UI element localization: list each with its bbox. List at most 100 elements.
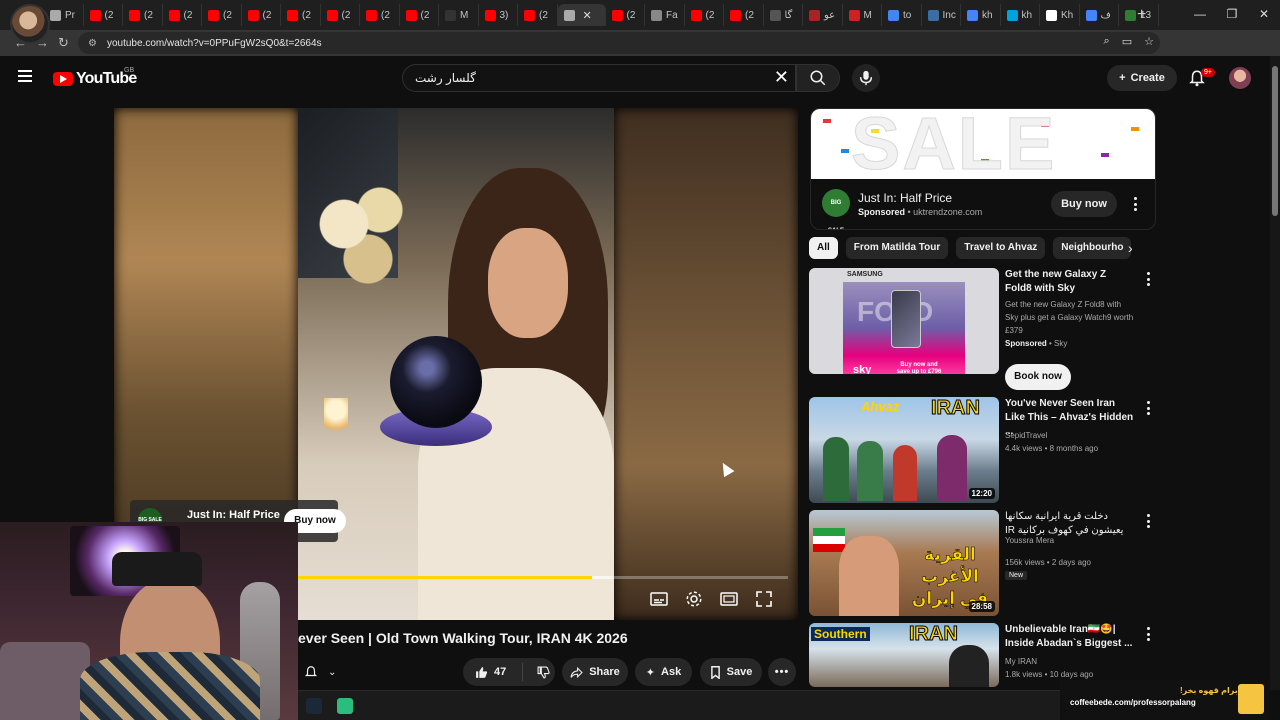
clear-search-icon[interactable]: ✕ — [774, 67, 789, 88]
chip-neighbourhood[interactable]: Neighbourho — [1053, 237, 1132, 259]
tab-list: Pr (2 (2 (2 (2 (2 (2 (2 (2 (2 M 3) (2 ✕ (2 Fa (2 (2 گا عو Mt… — [44, 4, 1159, 26]
like-button[interactable]: 47 — [475, 666, 506, 679]
browser-tab[interactable]: 3) — [479, 4, 518, 26]
more-actions-button[interactable]: ••• — [768, 658, 796, 686]
zoom-icon[interactable]: ⌕ — [1104, 35, 1110, 48]
sidebar-video-item[interactable]: Ahvaz IRAN 12:20 You've Never Seen Iran … — [809, 397, 1159, 503]
create-button[interactable]: + Create — [1107, 65, 1177, 91]
minimize-button[interactable]: — — [1184, 0, 1216, 30]
subtitles-icon[interactable] — [648, 588, 669, 609]
subscription-bell-button[interactable]: ⌄ — [298, 658, 346, 686]
ad-card-menu-icon[interactable] — [1133, 197, 1137, 211]
thumbs-up-icon — [476, 666, 488, 678]
browser-tab[interactable]: Kh — [1040, 4, 1080, 26]
browser-tab[interactable]: (2 — [400, 4, 439, 26]
rec-menu-icon[interactable] — [1146, 401, 1150, 415]
settings-gear-icon[interactable] — [683, 588, 704, 609]
browser-tab[interactable]: (2 — [242, 4, 281, 26]
browser-tab[interactable]: (2 — [281, 4, 321, 26]
progress-bar[interactable] — [298, 576, 788, 579]
thumb-person — [949, 645, 989, 687]
app-green-icon[interactable] — [337, 698, 353, 714]
rec-menu-icon[interactable] — [1146, 514, 1150, 528]
ad-banner-sale-text: SALE — [850, 109, 1057, 179]
share-button[interactable]: Share — [562, 658, 628, 686]
rec-channel[interactable]: Youssra Mera — [1005, 534, 1054, 547]
search-query-text: گلسار رشت — [415, 71, 476, 85]
account-avatar[interactable] — [1229, 67, 1251, 89]
browser-tab[interactable]: عو — [803, 4, 843, 26]
browser-tab[interactable]: M — [843, 4, 882, 26]
tab-title: (2 — [223, 9, 232, 21]
chip-travel-to-ahvaz[interactable]: Travel to Ahvaz — [956, 237, 1046, 259]
thumbs-down-icon[interactable] — [537, 666, 550, 679]
save-button[interactable]: Save — [700, 658, 762, 686]
browser-tab[interactable]: (2 — [321, 4, 360, 26]
browser-tab[interactable]: ف — [1080, 4, 1119, 26]
sidebar-video-item[interactable]: Southern IRAN Unbelievable Iran🇮🇷🤩| Insi… — [809, 623, 1159, 687]
site-info-icon[interactable]: ⚙ — [88, 38, 97, 49]
fullscreen-icon[interactable] — [753, 588, 774, 609]
ad-card-buy-button[interactable]: Buy now — [1051, 191, 1117, 217]
browser-tab[interactable]: (2 — [360, 4, 400, 26]
bookmark-star-icon[interactable]: ☆ — [1144, 35, 1154, 48]
tab-title: Kh — [1061, 9, 1074, 21]
thumb-iran-text: IRAN — [931, 397, 981, 420]
voice-search-button[interactable] — [852, 64, 880, 92]
ask-button[interactable]: ✦ Ask — [635, 658, 692, 686]
browser-tab[interactable]: (2 — [163, 4, 202, 26]
cast-icon[interactable]: ▭ — [1122, 35, 1132, 48]
browser-tab[interactable]: kh — [1001, 4, 1040, 26]
browser-tab[interactable]: kh — [961, 4, 1001, 26]
browser-tab[interactable]: گا — [764, 4, 803, 26]
thumb-brand-text: SAMSUNG — [847, 271, 883, 278]
browser-tab[interactable]: Fa — [645, 4, 685, 26]
rec-menu-icon[interactable] — [1146, 272, 1150, 286]
scrollbar-thumb[interactable] — [1272, 66, 1278, 216]
browser-tab-strip: Pr (2 (2 (2 (2 (2 (2 (2 (2 (2 M 3) (2 ✕ (2 Fa (2 (2 گا عو Mt… — [0, 0, 1280, 44]
more-horizontal-icon: ••• — [774, 666, 790, 678]
rec-title[interactable]: Unbelievable Iran🇮🇷🤩| Inside Abadan`s Bi… — [1005, 623, 1135, 651]
browser-tab[interactable]: (2 — [518, 4, 558, 26]
new-tab-button[interactable]: + — [1137, 6, 1146, 24]
sidebar-sponsored-item[interactable]: SAMSUNG FOLD sky Buy now and save up to … — [809, 268, 1159, 392]
browser-profile-avatar[interactable] — [10, 4, 50, 44]
sidebar-ad-card[interactable]: SALE BIG SALE Just In: Half Price Sponso… — [810, 108, 1156, 230]
browser-tab[interactable]: M — [439, 4, 479, 26]
hamburger-menu-icon[interactable] — [18, 70, 32, 82]
rec-channel[interactable]: SepidTravel — [1005, 429, 1047, 442]
browser-tab[interactable]: Inc — [922, 4, 961, 26]
coffee-cup-icon — [1238, 684, 1264, 714]
rec-views-date: 156k views • 2 days ago — [1005, 558, 1091, 567]
rec-title[interactable]: Get the new Galaxy Z Fold8 with Sky — [1005, 268, 1135, 296]
tab-favicon-icon — [366, 9, 377, 21]
browser-tab[interactable]: (2 — [123, 4, 163, 26]
browser-tab[interactable]: (2 — [724, 4, 764, 26]
browser-tab[interactable]: (2 — [685, 4, 724, 26]
search-input[interactable]: گلسار رشت ✕ — [402, 64, 796, 92]
book-now-button[interactable]: Book now — [1005, 364, 1071, 390]
chip-from-matilda-tour[interactable]: From Matilda Tour — [845, 237, 949, 259]
theater-mode-icon[interactable] — [718, 588, 739, 609]
browser-tab-active[interactable]: ✕ — [557, 4, 606, 26]
rec-channel[interactable]: My IRAN — [1005, 655, 1037, 668]
chevron-right-icon[interactable]: › — [1128, 240, 1133, 256]
thumb-person — [857, 441, 883, 501]
browser-tab[interactable]: (2 — [202, 4, 242, 26]
browser-tab[interactable]: to — [882, 4, 922, 26]
page-scrollbar[interactable] — [1270, 56, 1280, 690]
chip-all[interactable]: All — [809, 237, 838, 259]
tab-close-icon[interactable]: ✕ — [583, 9, 592, 22]
maximize-button[interactable]: ❐ — [1216, 0, 1248, 30]
url-field[interactable]: ⚙ youtube.com/watch?v=0PPuFgW2sQ0&t=2664… — [78, 32, 1160, 54]
tab-title: kh — [1021, 9, 1033, 21]
browser-tab[interactable]: (2 — [84, 4, 123, 26]
steam-icon[interactable] — [306, 698, 322, 714]
close-window-button[interactable]: ✕ — [1248, 0, 1280, 30]
browser-tab[interactable]: (2 — [606, 4, 645, 26]
search-button[interactable] — [796, 64, 840, 92]
sidebar-video-item[interactable]: القرية الأغرب في إيران 28:58 دخلت قرية ا… — [809, 510, 1159, 616]
reload-icon[interactable]: ↻ — [58, 35, 69, 51]
rec-menu-icon[interactable] — [1146, 627, 1150, 641]
bell-icon — [304, 666, 318, 677]
